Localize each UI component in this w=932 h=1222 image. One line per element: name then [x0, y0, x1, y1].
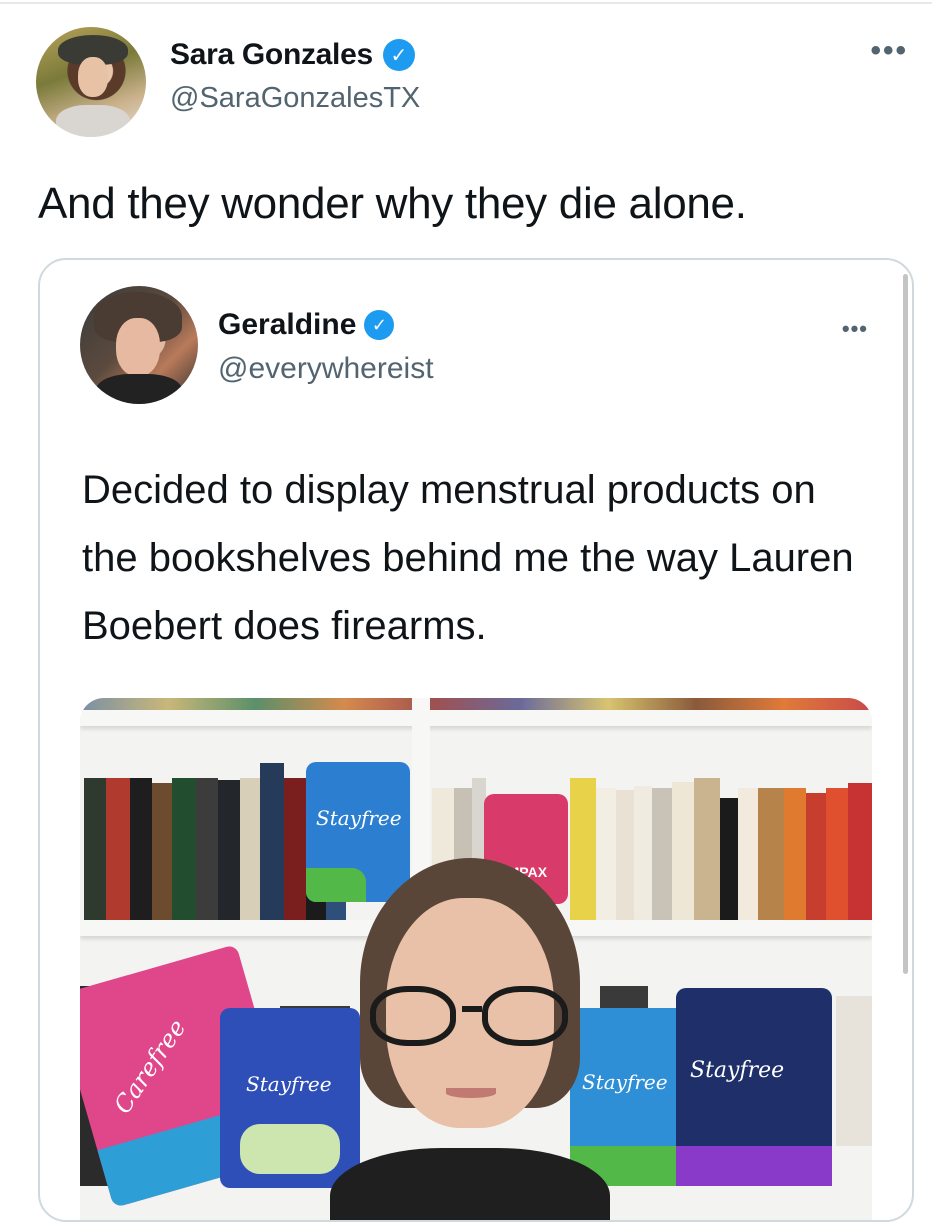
verified-badge-icon: ✓	[364, 310, 395, 340]
pack-label: Carefree	[108, 1014, 192, 1119]
quoted-author-name-row: Geraldine ✓	[218, 308, 395, 342]
pack-label: Stayfree	[690, 1058, 785, 1083]
product-pack: Stayfree	[220, 1008, 360, 1188]
quoted-author-display-name[interactable]: Geraldine	[218, 308, 356, 342]
top-divider	[0, 2, 932, 4]
product-pack: Stayfree	[676, 988, 832, 1186]
quoted-author-handle[interactable]: @everywhereist	[218, 352, 434, 386]
tweet-photo[interactable]: Stayfree TAMPAX	[80, 698, 872, 1220]
pack-label: Stayfree	[582, 1070, 668, 1094]
quoted-tweet-text: Decided to display menstrual products on…	[82, 468, 854, 648]
author-display-name[interactable]: Sara Gonzales	[170, 38, 373, 72]
pack-label: Stayfree	[316, 806, 402, 830]
author-handle[interactable]: @SaraGonzalesTX	[170, 82, 420, 115]
pack-label: Stayfree	[246, 1072, 332, 1096]
verified-badge-icon: ✓	[382, 39, 415, 71]
scrollbar-thumb[interactable]	[903, 274, 908, 974]
person-in-photo	[330, 858, 610, 1220]
author-avatar[interactable]	[36, 27, 146, 137]
tweet-text: And they wonder why they die alone.	[38, 179, 747, 228]
quoted-author-avatar[interactable]	[80, 286, 198, 404]
more-options-icon[interactable]: •••	[870, 34, 908, 68]
more-options-icon[interactable]: •••	[842, 316, 868, 342]
author-name-row: Sara Gonzales ✓	[170, 38, 415, 72]
quoted-tweet-card[interactable]: Geraldine ✓ @everywhereist ••• Decided t…	[38, 258, 914, 1222]
